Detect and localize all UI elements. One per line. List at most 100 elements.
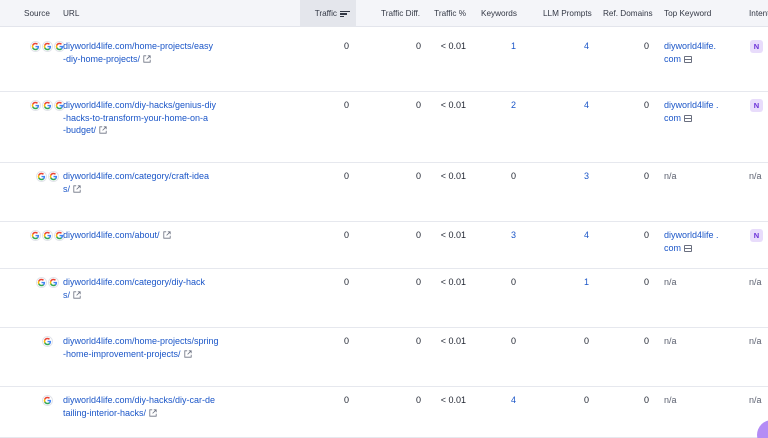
url-text-line[interactable]: s/ <box>63 289 235 302</box>
column-header-top-keyword[interactable]: Top Keyword <box>664 0 711 27</box>
top-keyword-text[interactable]: com <box>664 53 716 66</box>
top-keyword-text[interactable]: com <box>664 112 719 125</box>
column-header-traffic-diff[interactable]: Traffic Diff. <box>360 0 420 27</box>
column-header-traffic-label: Traffic <box>314 9 337 18</box>
llm-prompts-value[interactable]: 4 <box>550 99 589 112</box>
column-header-keywords[interactable]: Keywords <box>481 0 517 27</box>
url-link[interactable]: diyworld4life.com/home-projects/spring -h… <box>63 335 235 360</box>
google-logo <box>43 101 51 110</box>
url-text-line[interactable]: diyworld4life.com/diy-hacks/genius-diy <box>63 99 235 112</box>
external-link-icon[interactable] <box>143 54 151 63</box>
llm-prompts-value[interactable]: 4 <box>550 229 589 242</box>
table-header: Source URL Traffic Traffic Diff. Traffic… <box>0 0 768 27</box>
top-keyword-text[interactable]: com <box>664 242 719 255</box>
table-row: diyworld4life.com/home-projects/easy -diy… <box>0 27 768 92</box>
traffic-value: 0 <box>343 395 349 405</box>
llm-prompts-value[interactable]: 4 <box>550 40 589 53</box>
column-header-url[interactable]: URL <box>63 0 79 27</box>
top-keyword: n/a <box>664 276 677 289</box>
url-text-line[interactable]: diyworld4life.com/category/craft-idea <box>63 170 235 183</box>
column-header-source[interactable]: Source <box>24 0 50 27</box>
google-logo <box>31 231 39 240</box>
url-text-line[interactable]: diyworld4life.com/category/diy-hack <box>63 276 235 289</box>
url-text-line[interactable]: -budget/ <box>63 124 235 137</box>
external-link-icon[interactable] <box>73 290 81 299</box>
google-logo <box>43 231 51 240</box>
external-link-icon[interactable] <box>162 230 171 239</box>
google-icon <box>29 41 41 52</box>
ref-domains-value: 0 <box>643 277 649 287</box>
url-text-line[interactable]: -home-improvement-projects/ <box>63 348 235 361</box>
google-icon <box>29 230 41 241</box>
llm-prompts-value[interactable]: 1 <box>550 276 589 289</box>
intent-badge-navigational: N <box>750 40 763 53</box>
top-keyword[interactable]: diyworld4life . com <box>664 229 719 254</box>
serp-icon[interactable] <box>684 114 693 122</box>
url-text-line[interactable]: diyworld4life.com/about/ <box>63 229 235 242</box>
google-logo <box>49 278 57 287</box>
table-row: diyworld4life.com/about/0 0 < 0.01 3 4 0 diywo… <box>0 222 768 269</box>
external-link-icon[interactable] <box>73 184 81 193</box>
url-link[interactable]: diyworld4life.com/category/diy-hack s/ <box>63 276 235 301</box>
traffic-diff-value: 0 <box>415 230 421 240</box>
traffic-percent-value: < 0.01 <box>440 171 466 181</box>
keywords-value[interactable]: 3 <box>480 229 516 242</box>
column-header-traffic-percent[interactable]: Traffic % <box>420 0 466 27</box>
table-row: diyworld4life.com/home-projects/spring -h… <box>0 328 768 387</box>
top-keyword-text[interactable]: diyworld4life . <box>664 99 719 112</box>
traffic-diff-value: 0 <box>415 336 421 346</box>
url-text-line[interactable]: s/ <box>63 183 235 196</box>
top-keyword[interactable]: diyworld4life. com <box>664 40 716 65</box>
traffic-diff-value: 0 <box>415 100 421 110</box>
url-text-line[interactable]: tailing-interior-hacks/ <box>63 407 235 420</box>
top-keyword[interactable]: diyworld4life . com <box>664 99 719 124</box>
traffic-diff-value: 0 <box>415 171 421 181</box>
column-header-llm-prompts[interactable]: LLM Prompts <box>543 0 592 27</box>
traffic-percent-value: < 0.01 <box>440 41 466 51</box>
column-header-intent[interactable]: Intent <box>749 0 768 27</box>
llm-prompts-value: 0 <box>583 336 589 346</box>
google-icon <box>35 277 47 288</box>
serp-icon[interactable] <box>684 244 693 252</box>
url-text-line[interactable]: diyworld4life.com/home-projects/spring <box>63 335 235 348</box>
url-text-line[interactable]: diyworld4life.com/home-projects/easy <box>63 40 235 53</box>
table-row: diyworld4life.com/diy-hacks/diy-car-de ta… <box>0 387 768 438</box>
google-icon <box>41 100 53 111</box>
external-link-icon[interactable] <box>149 408 157 417</box>
url-text-line[interactable]: -hacks-to-transform-your-home-on-a <box>63 112 235 125</box>
external-link-icon[interactable] <box>183 349 192 358</box>
keywords-value: 0 <box>510 171 516 181</box>
table-row: diyworld4life.com/diy-hacks/genius-diy -h… <box>0 92 768 163</box>
google-icon <box>47 171 59 182</box>
url-link[interactable]: diyworld4life.com/home-projects/easy -diy… <box>63 40 235 65</box>
url-link[interactable]: diyworld4life.com/about/ <box>63 229 235 242</box>
url-link[interactable]: diyworld4life.com/diy-hacks/diy-car-de ta… <box>63 394 235 419</box>
google-logo <box>37 172 45 181</box>
traffic-value: 0 <box>343 336 349 346</box>
keywords-value[interactable]: 4 <box>480 394 516 407</box>
google-icon <box>35 171 47 182</box>
google-logo <box>43 337 51 346</box>
source-icons <box>29 41 65 52</box>
top-keyword-text: n/a <box>664 171 677 181</box>
top-keyword: n/a <box>664 170 677 183</box>
url-text-line[interactable]: diyworld4life.com/diy-hacks/diy-car-de <box>63 394 235 407</box>
top-keyword: n/a <box>664 335 677 348</box>
keywords-value[interactable]: 2 <box>480 99 516 112</box>
llm-prompts-value[interactable]: 3 <box>550 170 589 183</box>
keywords-value[interactable]: 1 <box>480 40 516 53</box>
top-keyword: n/a <box>664 394 677 407</box>
sort-descending-icon[interactable] <box>340 10 350 18</box>
url-text-line[interactable]: -diy-home-projects/ <box>63 53 235 66</box>
column-header-traffic[interactable]: Traffic <box>300 0 356 27</box>
top-keyword-text[interactable]: diyworld4life. <box>664 40 716 53</box>
url-link[interactable]: diyworld4life.com/category/craft-idea s/ <box>63 170 235 195</box>
column-header-ref-domains[interactable]: Ref. Domains <box>603 0 653 27</box>
top-keyword-text[interactable]: diyworld4life . <box>664 229 719 242</box>
ref-domains-value: 0 <box>643 395 649 405</box>
google-logo <box>43 42 51 51</box>
url-link[interactable]: diyworld4life.com/diy-hacks/genius-diy -h… <box>63 99 235 137</box>
serp-icon[interactable] <box>684 55 693 63</box>
ref-domains-value: 0 <box>643 336 649 346</box>
external-link-icon[interactable] <box>99 125 107 134</box>
